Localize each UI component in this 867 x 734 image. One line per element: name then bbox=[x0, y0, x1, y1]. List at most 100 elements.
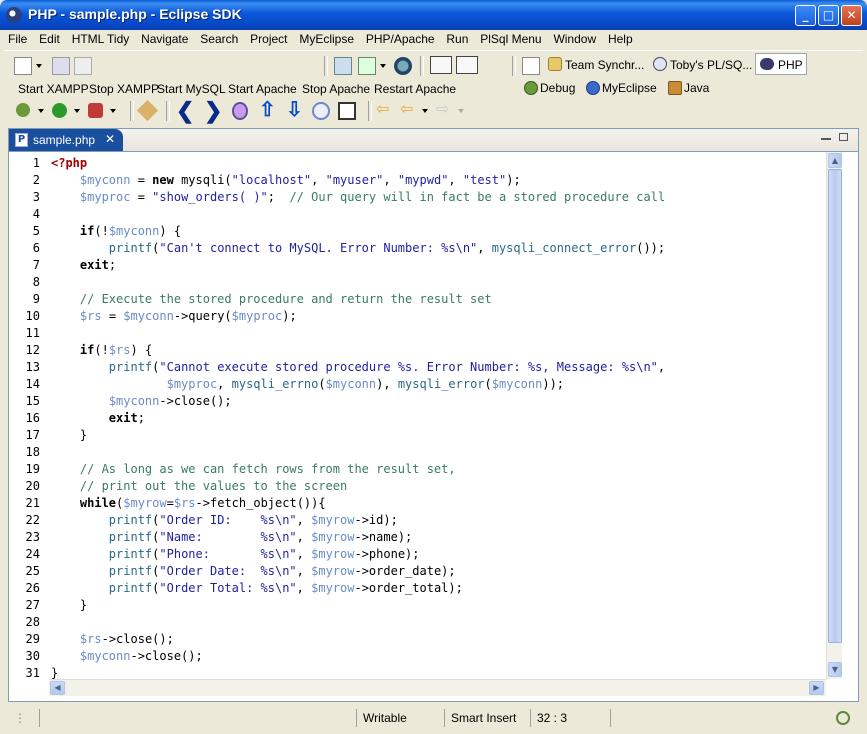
menu-plsql[interactable]: PlSql Menu bbox=[476, 30, 545, 50]
progress-icon[interactable] bbox=[836, 711, 850, 725]
forward-arrow-icon[interactable]: ⇨ bbox=[436, 99, 449, 119]
code-line[interactable]: if(!$rs) { bbox=[51, 342, 152, 359]
minimize-view-icon[interactable] bbox=[821, 135, 831, 140]
globe-icon[interactable] bbox=[394, 57, 412, 75]
code-line[interactable]: exit; bbox=[51, 410, 145, 427]
code-line[interactable]: $myproc, mysqli_errno($myconn), mysqli_e… bbox=[51, 376, 564, 393]
eclipse-app-icon[interactable] bbox=[6, 7, 22, 23]
code-line[interactable]: printf("Order ID: %s\n", $myrow->id); bbox=[51, 512, 398, 529]
java-perspective-icon[interactable] bbox=[668, 81, 682, 95]
start-xampp-button[interactable]: Start XAMPP bbox=[18, 82, 89, 96]
myeclipse-perspective-icon[interactable] bbox=[586, 81, 600, 95]
restart-apache-button[interactable]: Restart Apache bbox=[374, 82, 456, 96]
print-icon[interactable] bbox=[74, 57, 92, 75]
menu-help[interactable]: Help bbox=[604, 30, 637, 50]
menu-navigate[interactable]: Navigate bbox=[137, 30, 192, 50]
html-tidy-icon[interactable] bbox=[430, 56, 452, 74]
run-dropdown-arrow[interactable] bbox=[74, 109, 80, 113]
insert-mode-status[interactable]: Smart Insert bbox=[444, 709, 530, 727]
arrow-up-icon[interactable]: ⇧ bbox=[259, 97, 276, 122]
code-line[interactable]: exit; bbox=[51, 257, 116, 274]
start-apache-button[interactable]: Start Apache bbox=[228, 82, 297, 96]
menu-html-tidy[interactable]: HTML Tidy bbox=[68, 30, 134, 50]
code-line[interactable]: printf("Phone: %s\n", $myrow->phone); bbox=[51, 546, 420, 563]
external-dropdown-arrow[interactable] bbox=[380, 64, 386, 68]
menu-file[interactable]: File bbox=[4, 30, 31, 50]
run-external-icon[interactable] bbox=[358, 57, 376, 75]
scroll-left-arrow-icon[interactable]: ◀ bbox=[50, 681, 65, 695]
vertical-scrollbar[interactable]: ▲ ▼ bbox=[826, 152, 843, 679]
perspective-plsql[interactable]: Toby's PL/SQ... bbox=[670, 58, 752, 72]
overview-ruler[interactable] bbox=[842, 152, 858, 679]
perspective-debug[interactable]: Debug bbox=[540, 81, 575, 95]
stop-xampp-button[interactable]: Stop XAMPP bbox=[89, 82, 159, 96]
perspective-php-active[interactable]: PHP bbox=[755, 53, 807, 75]
minimize-button[interactable]: _ bbox=[795, 5, 816, 26]
code-line[interactable]: if(!$myconn) { bbox=[51, 223, 181, 240]
pin-icon[interactable] bbox=[136, 99, 159, 122]
code-line[interactable]: // Execute the stored procedure and retu… bbox=[51, 291, 492, 308]
code-line[interactable]: printf("Cannot execute stored procedure … bbox=[51, 359, 665, 376]
back-dropdown-arrow[interactable] bbox=[422, 109, 428, 113]
forward-dropdown-arrow[interactable] bbox=[458, 109, 464, 113]
tab-close-icon[interactable]: ✕ bbox=[105, 132, 115, 146]
code-line[interactable]: // print out the values to the screen bbox=[51, 478, 347, 495]
title-bar[interactable]: PHP - sample.php - Eclipse SDK _ □ ✕ bbox=[0, 0, 867, 30]
perspective-myeclipse[interactable]: MyEclipse bbox=[602, 81, 657, 95]
sync-icon[interactable] bbox=[312, 102, 330, 120]
code-line[interactable]: } bbox=[51, 427, 87, 444]
maximize-view-icon[interactable] bbox=[839, 133, 848, 141]
code-line[interactable]: $rs->close(); bbox=[51, 631, 174, 648]
plsql-perspective-icon[interactable] bbox=[653, 57, 667, 71]
new-dropdown-arrow[interactable] bbox=[36, 64, 42, 68]
code-editor[interactable]: 1 2 3 4 5 6 7 8 9 10 11 12 13 14 15 16 1… bbox=[9, 152, 826, 679]
debug-dropdown-arrow[interactable] bbox=[38, 109, 44, 113]
code-line[interactable]: printf("Order Date: %s\n", $myrow->order… bbox=[51, 563, 456, 580]
back-arrow-icon[interactable]: ⇦ bbox=[400, 99, 413, 119]
open-type-icon[interactable] bbox=[334, 57, 352, 75]
menu-window[interactable]: Window bbox=[549, 30, 600, 50]
team-sync-icon[interactable] bbox=[548, 57, 562, 71]
maximize-button[interactable]: □ bbox=[818, 5, 839, 26]
menu-project[interactable]: Project bbox=[246, 30, 291, 50]
back-chevron-icon[interactable]: ❮ bbox=[176, 98, 194, 124]
open-perspective-icon[interactable] bbox=[522, 57, 540, 75]
tab-sample-php[interactable]: P sample.php ✕ bbox=[9, 129, 123, 151]
code-line[interactable]: $myconn->close(); bbox=[51, 393, 232, 410]
code-line[interactable]: $myproc = "show_orders( )"; // Our query… bbox=[51, 189, 665, 206]
menu-edit[interactable]: Edit bbox=[35, 30, 64, 50]
mark-icon[interactable] bbox=[232, 102, 248, 120]
scroll-right-arrow-icon[interactable]: ▶ bbox=[809, 681, 824, 695]
stop-apache-button[interactable]: Stop Apache bbox=[302, 82, 370, 96]
scrollbar-thumb[interactable] bbox=[828, 169, 842, 643]
save-icon[interactable] bbox=[52, 57, 70, 75]
start-mysql-button[interactable]: Start MySQL bbox=[157, 82, 226, 96]
horizontal-scrollbar[interactable]: ◀ ▶ bbox=[49, 679, 826, 696]
html-tidy-format-icon[interactable] bbox=[456, 56, 478, 74]
external-tools-icon[interactable] bbox=[88, 103, 103, 118]
code-line[interactable]: $myconn->close(); bbox=[51, 648, 203, 665]
code-line[interactable]: $myconn = new mysqli("localhost", "myuse… bbox=[51, 172, 521, 189]
forward-chevron-icon[interactable]: ❯ bbox=[204, 98, 222, 124]
debug-perspective-icon[interactable] bbox=[524, 81, 538, 95]
scroll-up-arrow-icon[interactable]: ▲ bbox=[828, 153, 842, 168]
code-line[interactable]: printf("Can't connect to MySQL. Error Nu… bbox=[51, 240, 665, 257]
perspective-java[interactable]: Java bbox=[684, 81, 709, 95]
run-icon[interactable] bbox=[52, 103, 67, 118]
code-line[interactable]: <?php bbox=[51, 155, 87, 172]
menu-php-apache[interactable]: PHP/Apache bbox=[362, 30, 439, 50]
perspective-team-sync[interactable]: Team Synchr... bbox=[565, 58, 644, 72]
new-wizard-icon[interactable] bbox=[14, 57, 32, 75]
close-button[interactable]: ✕ bbox=[841, 5, 862, 26]
code-line[interactable]: } bbox=[51, 597, 87, 614]
external-tools-dropdown-arrow[interactable] bbox=[110, 109, 116, 113]
code-line[interactable]: printf("Name: %s\n", $myrow->name); bbox=[51, 529, 412, 546]
menu-myeclipse[interactable]: MyEclipse bbox=[295, 30, 358, 50]
code-line[interactable]: // As long as we can fetch rows from the… bbox=[51, 461, 456, 478]
arrow-down-icon[interactable]: ⇩ bbox=[286, 97, 303, 122]
menu-search[interactable]: Search bbox=[196, 30, 242, 50]
code-line[interactable]: printf("Order Total: %s\n", $myrow->orde… bbox=[51, 580, 463, 597]
last-edit-icon[interactable]: ⇦ bbox=[376, 99, 389, 119]
debug-icon[interactable] bbox=[16, 103, 30, 117]
browser-preview-icon[interactable] bbox=[338, 102, 356, 120]
